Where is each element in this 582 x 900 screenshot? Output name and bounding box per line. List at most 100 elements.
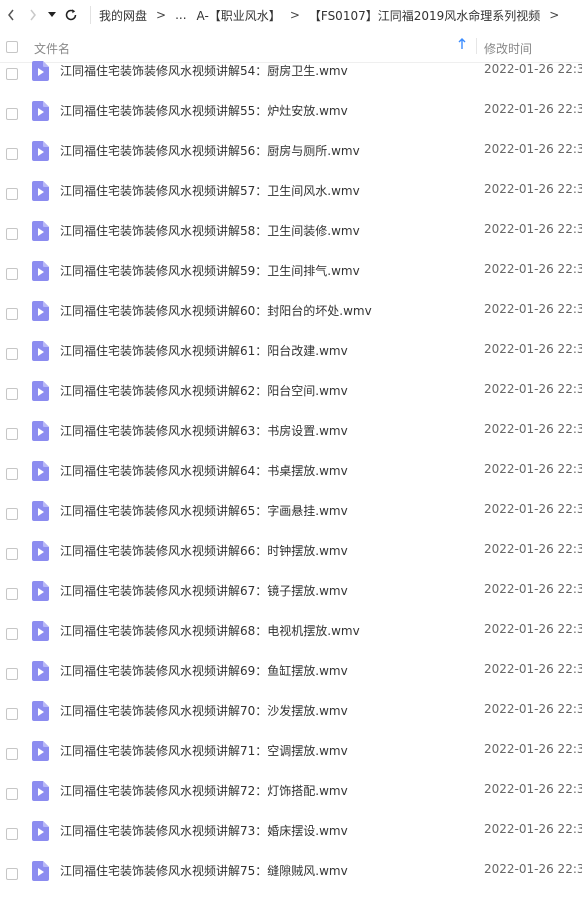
file-name[interactable]: 江同福住宅装饰装修风水视频讲解63：书房设置.wmv — [60, 422, 348, 439]
sort-up-icon[interactable] — [458, 38, 466, 53]
file-row[interactable]: 江同福住宅装饰装修风水视频讲解56：厨房与厕所.wmv 2022-01-26 22… — [0, 140, 582, 180]
file-row-checkbox[interactable] — [6, 348, 18, 360]
breadcrumb-folder-career-fengshui[interactable]: A-【职业风水】 — [197, 7, 281, 24]
file-modified-time: 2022-01-26 22:36 — [484, 262, 582, 276]
file-row[interactable]: 江同福住宅装饰装修风水视频讲解60：封阳台的坏处.wmv 2022-01-26 2… — [0, 300, 582, 340]
video-file-icon — [32, 181, 49, 201]
column-divider[interactable] — [476, 38, 477, 54]
file-name[interactable]: 江同福住宅装饰装修风水视频讲解75：缝隙贼风.wmv — [60, 862, 348, 879]
file-modified-time: 2022-01-26 22:36 — [484, 382, 582, 396]
file-row-checkbox[interactable] — [6, 68, 18, 80]
file-row-checkbox[interactable] — [6, 628, 18, 640]
file-row[interactable]: 江同福住宅装饰装修风水视频讲解75：缝隙贼风.wmv 2022-01-26 22:… — [0, 860, 582, 900]
history-dropdown-button[interactable] — [44, 0, 60, 30]
file-row-checkbox[interactable] — [6, 548, 18, 560]
file-row-checkbox[interactable] — [6, 668, 18, 680]
file-modified-time: 2022-01-26 22:36 — [484, 142, 582, 156]
video-file-icon — [32, 621, 49, 641]
file-row-checkbox[interactable] — [6, 188, 18, 200]
breadcrumb-folder-current[interactable]: 【FS0107】江同福2019风水命理系列视频 — [309, 7, 540, 24]
file-row-checkbox[interactable] — [6, 388, 18, 400]
chevron-left-icon — [8, 9, 14, 21]
video-file-icon — [32, 861, 49, 881]
file-row[interactable]: 江同福住宅装饰装修风水视频讲解70：沙发摆放.wmv 2022-01-26 22:… — [0, 700, 582, 740]
file-row[interactable]: 江同福住宅装饰装修风水视频讲解54：厨房卫生.wmv 2022-01-26 22:… — [0, 60, 582, 100]
file-row[interactable]: 江同福住宅装饰装修风水视频讲解69：鱼缸摆放.wmv 2022-01-26 22:… — [0, 660, 582, 700]
file-row[interactable]: 江同福住宅装饰装修风水视频讲解66：时钟摆放.wmv 2022-01-26 22:… — [0, 540, 582, 580]
file-name[interactable]: 江同福住宅装饰装修风水视频讲解70：沙发摆放.wmv — [60, 702, 348, 719]
file-name[interactable]: 江同福住宅装饰装修风水视频讲解58：卫生间装修.wmv — [60, 222, 360, 239]
file-name[interactable]: 江同福住宅装饰装修风水视频讲解59：卫生间排气.wmv — [60, 262, 360, 279]
file-modified-time: 2022-01-26 22:36 — [484, 582, 582, 596]
video-file-icon — [32, 501, 49, 521]
file-row-checkbox[interactable] — [6, 788, 18, 800]
file-name[interactable]: 江同福住宅装饰装修风水视频讲解61：阳台改建.wmv — [60, 342, 348, 359]
file-row[interactable]: 江同福住宅装饰装修风水视频讲解67：镜子摆放.wmv 2022-01-26 22:… — [0, 580, 582, 620]
refresh-icon — [65, 9, 77, 21]
breadcrumb-root[interactable]: 我的网盘 — [99, 7, 147, 24]
file-name[interactable]: 江同福住宅装饰装修风水视频讲解69：鱼缸摆放.wmv — [60, 662, 348, 679]
navigation-bar: 我的网盘 > ... A-【职业风水】 > 【FS0107】江同福2019风水命… — [0, 0, 582, 30]
file-name[interactable]: 江同福住宅装饰装修风水视频讲解55：炉灶安放.wmv — [60, 102, 348, 119]
file-modified-time: 2022-01-26 22:36 — [484, 662, 582, 676]
file-row[interactable]: 江同福住宅装饰装修风水视频讲解71：空调摆放.wmv 2022-01-26 22:… — [0, 740, 582, 780]
file-row[interactable]: 江同福住宅装饰装修风水视频讲解61：阳台改建.wmv 2022-01-26 22:… — [0, 340, 582, 380]
forward-button[interactable] — [22, 0, 44, 30]
file-row[interactable]: 江同福住宅装饰装修风水视频讲解58：卫生间装修.wmv 2022-01-26 22… — [0, 220, 582, 260]
file-row[interactable]: 江同福住宅装饰装修风水视频讲解57：卫生间风水.wmv 2022-01-26 22… — [0, 180, 582, 220]
file-modified-time: 2022-01-26 22:36 — [484, 542, 582, 556]
file-modified-time: 2022-01-26 22:36 — [484, 782, 582, 796]
breadcrumb-ellipsis[interactable]: ... — [175, 8, 186, 22]
file-name[interactable]: 江同福住宅装饰装修风水视频讲解68：电视机摆放.wmv — [60, 622, 360, 639]
file-row-checkbox[interactable] — [6, 868, 18, 880]
file-row[interactable]: 江同福住宅装饰装修风水视频讲解64：书桌摆放.wmv 2022-01-26 22:… — [0, 460, 582, 500]
file-row[interactable]: 江同福住宅装饰装修风水视频讲解68：电视机摆放.wmv 2022-01-26 22… — [0, 620, 582, 660]
back-button[interactable] — [0, 0, 22, 30]
file-name[interactable]: 江同福住宅装饰装修风水视频讲解56：厨房与厕所.wmv — [60, 142, 360, 159]
column-header-modified-time[interactable]: 修改时间 — [484, 40, 532, 57]
select-all-checkbox[interactable] — [6, 41, 18, 53]
file-name[interactable]: 江同福住宅装饰装修风水视频讲解71：空调摆放.wmv — [60, 742, 348, 759]
file-row[interactable]: 江同福住宅装饰装修风水视频讲解63：书房设置.wmv 2022-01-26 22:… — [0, 420, 582, 460]
file-name[interactable]: 江同福住宅装饰装修风水视频讲解64：书桌摆放.wmv — [60, 462, 348, 479]
file-row[interactable]: 江同福住宅装饰装修风水视频讲解55：炉灶安放.wmv 2022-01-26 22:… — [0, 100, 582, 140]
file-name[interactable]: 江同福住宅装饰装修风水视频讲解66：时钟摆放.wmv — [60, 542, 348, 559]
file-row[interactable]: 江同福住宅装饰装修风水视频讲解72：灯饰搭配.wmv 2022-01-26 22:… — [0, 780, 582, 820]
file-row-checkbox[interactable] — [6, 108, 18, 120]
file-row-checkbox[interactable] — [6, 428, 18, 440]
file-row[interactable]: 江同福住宅装饰装修风水视频讲解65：字画悬挂.wmv 2022-01-26 22:… — [0, 500, 582, 540]
file-name[interactable]: 江同福住宅装饰装修风水视频讲解73：婚床摆设.wmv — [60, 822, 348, 839]
file-row-checkbox[interactable] — [6, 508, 18, 520]
column-header-name[interactable]: 文件名 — [34, 40, 70, 57]
video-file-icon — [32, 141, 49, 161]
file-row[interactable]: 江同福住宅装饰装修风水视频讲解59：卫生间排气.wmv 2022-01-26 22… — [0, 260, 582, 300]
video-file-icon — [32, 341, 49, 361]
file-row-checkbox[interactable] — [6, 228, 18, 240]
file-row-checkbox[interactable] — [6, 588, 18, 600]
file-row[interactable]: 江同福住宅装饰装修风水视频讲解62：阳台空间.wmv 2022-01-26 22:… — [0, 380, 582, 420]
file-name[interactable]: 江同福住宅装饰装修风水视频讲解54：厨房卫生.wmv — [60, 62, 348, 79]
file-name[interactable]: 江同福住宅装饰装修风水视频讲解65：字画悬挂.wmv — [60, 502, 348, 519]
file-row[interactable]: 江同福住宅装饰装修风水视频讲解73：婚床摆设.wmv 2022-01-26 22:… — [0, 820, 582, 860]
breadcrumb-separator-icon: > — [549, 8, 560, 22]
file-name[interactable]: 江同福住宅装饰装修风水视频讲解57：卫生间风水.wmv — [60, 182, 360, 199]
refresh-button[interactable] — [60, 0, 82, 30]
video-file-icon — [32, 581, 49, 601]
file-row-checkbox[interactable] — [6, 148, 18, 160]
file-row-checkbox[interactable] — [6, 268, 18, 280]
breadcrumb-separator-icon: > — [156, 8, 167, 22]
file-modified-time: 2022-01-26 22:36 — [484, 182, 582, 196]
file-name[interactable]: 江同福住宅装饰装修风水视频讲解60：封阳台的坏处.wmv — [60, 302, 372, 319]
file-modified-time: 2022-01-26 22:36 — [484, 822, 582, 836]
file-modified-time: 2022-01-26 22:36 — [484, 702, 582, 716]
file-row-checkbox[interactable] — [6, 708, 18, 720]
video-file-icon — [32, 421, 49, 441]
file-name[interactable]: 江同福住宅装饰装修风水视频讲解67：镜子摆放.wmv — [60, 582, 348, 599]
file-name[interactable]: 江同福住宅装饰装修风水视频讲解62：阳台空间.wmv — [60, 382, 348, 399]
file-modified-time: 2022-01-26 22:36 — [484, 502, 582, 516]
file-row-checkbox[interactable] — [6, 828, 18, 840]
file-row-checkbox[interactable] — [6, 468, 18, 480]
file-row-checkbox[interactable] — [6, 308, 18, 320]
file-row-checkbox[interactable] — [6, 748, 18, 760]
file-name[interactable]: 江同福住宅装饰装修风水视频讲解72：灯饰搭配.wmv — [60, 782, 348, 799]
